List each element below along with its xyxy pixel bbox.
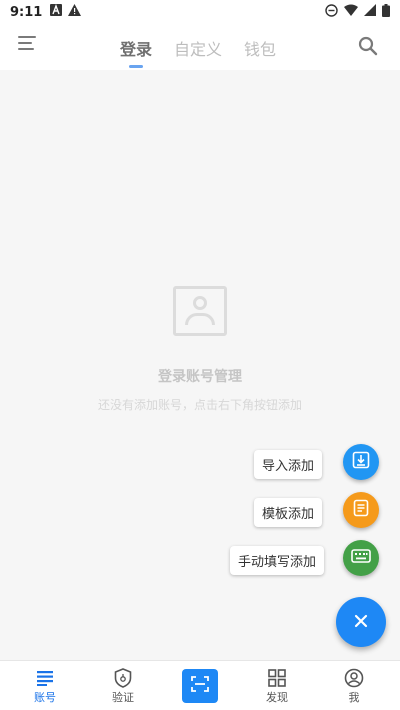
- manual-add-label[interactable]: 手动填写添加: [230, 546, 325, 575]
- bottom-navigation: 账号 验证 发现 我: [0, 660, 400, 710]
- template-icon: [352, 499, 370, 521]
- keyboard-icon: [351, 548, 371, 568]
- nav-me-label: 我: [348, 691, 360, 704]
- dnd-icon: [325, 3, 338, 21]
- warning-icon: [68, 4, 82, 20]
- fab-close-button[interactable]: [336, 597, 386, 647]
- scan-icon: [190, 675, 210, 697]
- battery-icon: [382, 3, 390, 21]
- close-icon: [354, 613, 368, 632]
- nav-accounts-label: 账号: [34, 691, 56, 704]
- status-bar: 9:11: [0, 0, 400, 24]
- status-time: 9:11: [10, 4, 43, 20]
- nav-accounts[interactable]: 账号: [15, 667, 75, 705]
- nav-discover[interactable]: 发现: [247, 667, 307, 705]
- template-add-button[interactable]: [343, 492, 379, 528]
- notification-a-icon: [50, 4, 63, 20]
- wifi-icon: [344, 4, 358, 20]
- user-icon: [324, 667, 384, 689]
- nav-verify-label: 验证: [112, 691, 134, 704]
- grid-icon: [247, 667, 307, 689]
- manual-add-button[interactable]: [343, 540, 379, 576]
- import-add-label[interactable]: 导入添加: [254, 450, 323, 479]
- nav-me[interactable]: 我: [324, 667, 384, 705]
- dim-overlay[interactable]: [0, 24, 400, 660]
- nav-verify[interactable]: 验证: [93, 667, 153, 705]
- scan-button[interactable]: [182, 669, 218, 703]
- list-icon: [15, 667, 75, 689]
- shield-icon: [93, 667, 153, 689]
- import-add-button[interactable]: [343, 444, 379, 480]
- signal-icon: [364, 4, 376, 20]
- template-add-label[interactable]: 模板添加: [254, 498, 323, 527]
- nav-discover-label: 发现: [266, 691, 288, 704]
- import-icon: [352, 451, 370, 473]
